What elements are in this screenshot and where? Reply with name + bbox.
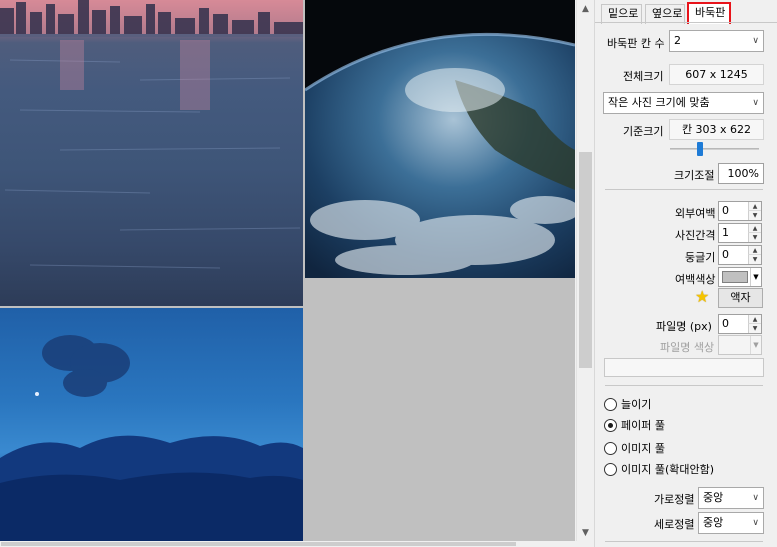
outer-margin-label: 외부여백 <box>675 207 716 220</box>
tab-side[interactable]: 옆으로 <box>645 4 685 24</box>
spin-down-icon[interactable]: ▼ <box>748 255 761 264</box>
base-size-label: 기준크기 <box>623 125 664 138</box>
option-image-fill-no-zoom[interactable]: 이미지 풀(확대안함) <box>604 461 714 477</box>
photo-earth-from-space[interactable] <box>305 0 575 278</box>
filename-text-field[interactable] <box>604 358 764 377</box>
spin-up-icon[interactable]: ▲ <box>748 202 761 211</box>
evening-sky-illustration <box>0 335 303 541</box>
spin-up-icon[interactable]: ▲ <box>748 315 761 324</box>
chevron-down-icon: ∨ <box>752 36 759 46</box>
outer-margin-value: 0 <box>722 204 729 217</box>
dropdown-arrow-icon: ▼ <box>750 336 761 354</box>
photo-gap-value: 1 <box>722 226 729 239</box>
total-size-label: 전체크기 <box>623 70 664 83</box>
photo-gap-spinner[interactable]: 1 ▲ ▼ <box>718 223 762 243</box>
vertical-scrollbar-thumb[interactable] <box>579 152 592 368</box>
vertical-align-value: 중앙 <box>703 516 724 529</box>
option-image-fill-no-zoom-label: 이미지 풀(확대안함) <box>621 463 715 476</box>
settings-panel: 밑으로 옆으로 바둑판 바둑판 칸 수 2 ∨ 전체크기 607 x 1245 … <box>594 0 777 547</box>
option-image-fill[interactable]: 이미지 풀 <box>604 440 665 456</box>
spin-up-icon[interactable]: ▲ <box>748 224 761 233</box>
filename-size-value: 0 <box>722 317 729 330</box>
star-icon[interactable]: ★ <box>695 287 709 306</box>
spin-up-icon[interactable]: ▲ <box>748 246 761 255</box>
radio-stretch[interactable] <box>604 397 617 411</box>
dropdown-arrow-icon: ▼ <box>750 268 761 286</box>
photo-evening-sky[interactable] <box>0 308 303 541</box>
divider <box>605 189 763 190</box>
fit-mode-value: 작은 사진 크기에 맞춤 <box>608 96 710 109</box>
filename-color-label: 파일명 색상 <box>660 341 715 354</box>
scroll-down-arrow-icon[interactable]: ▼ <box>579 527 592 540</box>
tab-grid[interactable]: 바둑판 <box>687 2 731 24</box>
filename-label: 파일명 (px) <box>656 320 712 333</box>
earth-illustration <box>305 0 575 278</box>
radio-paper-fill[interactable] <box>604 418 617 432</box>
total-size-value: 607 x 1245 <box>669 64 764 85</box>
base-size-value: 칸 303 x 622 <box>669 119 764 140</box>
margin-color-picker[interactable]: ▼ <box>718 267 762 287</box>
vertical-align-label: 세로정렬 <box>654 518 695 531</box>
option-stretch-label: 늘이기 <box>621 398 652 411</box>
size-slider-thumb[interactable] <box>697 142 703 156</box>
rounding-label: 둥글기 <box>685 251 716 264</box>
frame-button[interactable]: 액자 <box>718 288 763 308</box>
spin-down-icon[interactable]: ▼ <box>748 324 761 333</box>
spin-down-icon[interactable]: ▼ <box>748 233 761 242</box>
size-slider[interactable] <box>670 141 759 157</box>
radio-image-fill[interactable] <box>604 441 617 455</box>
tab-down[interactable]: 밑으로 <box>601 4 642 24</box>
rounding-value: 0 <box>722 248 729 261</box>
option-image-fill-label: 이미지 풀 <box>621 442 665 455</box>
horizontal-align-value: 중앙 <box>703 491 724 504</box>
option-paper-fill[interactable]: 페이퍼 풀 <box>604 417 665 433</box>
grid-cells-value: 2 <box>674 34 681 47</box>
chevron-down-icon: ∨ <box>752 98 759 108</box>
city-waterfront-illustration <box>0 0 303 269</box>
scroll-up-arrow-icon[interactable]: ▲ <box>579 3 592 16</box>
scale-input[interactable]: 100% <box>718 163 764 184</box>
size-slider-track <box>670 148 759 150</box>
photo-gap-label: 사진간격 <box>675 229 716 242</box>
vertical-scrollbar[interactable]: ▲ ▼ <box>576 0 593 541</box>
scale-label: 크기조절 <box>674 169 715 182</box>
grid-cells-label: 바둑판 칸 수 <box>607 37 665 50</box>
margin-color-swatch <box>722 271 748 283</box>
radio-image-fill-no-zoom[interactable] <box>604 462 617 476</box>
filename-color-picker[interactable]: ▼ <box>718 335 762 355</box>
option-paper-fill-label: 페이퍼 풀 <box>621 419 665 432</box>
horizontal-align-label: 가로정렬 <box>654 493 695 506</box>
grid-cells-select[interactable]: 2 ∨ <box>669 30 764 52</box>
outer-margin-spinner[interactable]: 0 ▲ ▼ <box>718 201 762 221</box>
rounding-spinner[interactable]: 0 ▲ ▼ <box>718 245 762 265</box>
option-stretch[interactable]: 늘이기 <box>604 396 651 412</box>
margin-color-label: 여백색상 <box>675 273 716 286</box>
horizontal-scrollbar[interactable] <box>0 541 576 547</box>
horizontal-align-select[interactable]: 중앙 ∨ <box>698 487 764 509</box>
chevron-down-icon: ∨ <box>752 493 759 503</box>
spin-down-icon[interactable]: ▼ <box>748 211 761 220</box>
horizontal-scrollbar-thumb[interactable] <box>1 542 516 546</box>
photo-city-waterfront[interactable] <box>0 0 303 306</box>
fit-mode-select[interactable]: 작은 사진 크기에 맞춤 ∨ <box>603 92 764 114</box>
filename-size-spinner[interactable]: 0 ▲ ▼ <box>718 314 762 334</box>
divider <box>605 541 763 542</box>
divider <box>605 385 763 386</box>
image-canvas[interactable] <box>0 0 575 541</box>
vertical-align-select[interactable]: 중앙 ∨ <box>698 512 764 534</box>
tab-divider <box>595 22 777 23</box>
chevron-down-icon: ∨ <box>752 518 759 528</box>
